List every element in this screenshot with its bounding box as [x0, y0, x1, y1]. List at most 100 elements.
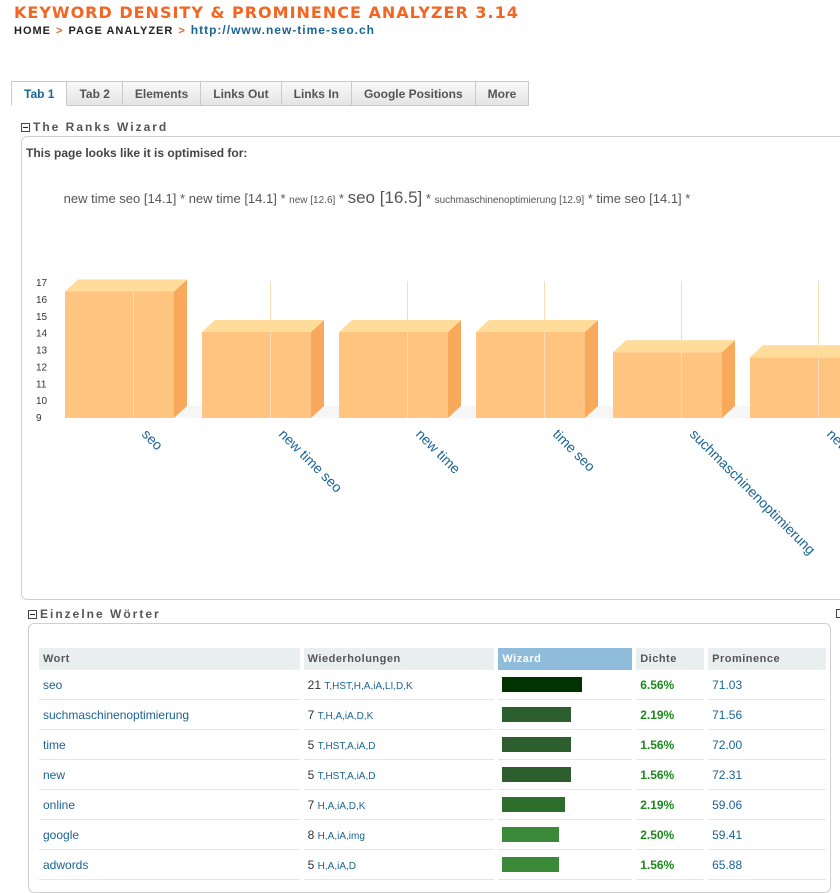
- x-category-label: suchmaschinenoptimierung: [687, 426, 819, 558]
- tab-1[interactable]: Tab 1: [11, 81, 68, 106]
- y-tick-label: 12: [36, 362, 48, 373]
- repetitions-cell: 7 T,H,A,iA,D,K: [303, 700, 495, 730]
- tab-2[interactable]: Tab 2: [67, 81, 123, 106]
- bar-top: [750, 345, 840, 358]
- wizard-cell: [498, 670, 633, 700]
- density-cell: 1.56%: [636, 850, 705, 880]
- y-tick-label: 14: [36, 329, 48, 340]
- tab-elements[interactable]: Elements: [122, 81, 202, 106]
- word-link[interactable]: online: [39, 790, 300, 820]
- breadcrumb-separator: >: [56, 25, 64, 37]
- prominence-cell: 65.88: [708, 850, 826, 880]
- element-codes-link[interactable]: H,A,iA,img: [318, 831, 365, 842]
- bar-side: [448, 319, 461, 418]
- y-tick-label: 13: [36, 346, 48, 357]
- words-title: Einzelne Wörter: [40, 607, 161, 621]
- y-tick-label: 10: [36, 396, 48, 407]
- wizard-score-bar: [502, 797, 566, 812]
- x-category-label: time seo: [550, 426, 599, 475]
- repetition-count: 7: [307, 797, 315, 812]
- bar-top: [613, 340, 735, 353]
- breadcrumb-page[interactable]: PAGE ANALYZER: [68, 25, 173, 37]
- word-link[interactable]: suchmaschinenoptimierung: [39, 700, 300, 730]
- element-codes-link[interactable]: T,HST,A,iA,D: [318, 771, 376, 782]
- repetition-count: 8: [307, 827, 315, 842]
- table-row: time 5 T,HST,A,iA,D 1.56% 72.00: [39, 730, 826, 760]
- wizard-cell: [498, 760, 633, 790]
- collapse-icon[interactable]: [28, 609, 37, 619]
- repetition-count: 21: [307, 677, 321, 692]
- column-header-prominence[interactable]: Prominence: [708, 648, 826, 670]
- y-tick-label: 16: [36, 295, 48, 306]
- word-link[interactable]: new: [39, 760, 300, 790]
- column-header-wort[interactable]: Wort: [39, 648, 300, 670]
- table-row: adwords 5 H,A,iA,D 1.56% 65.88: [39, 850, 826, 880]
- bar-top: [339, 319, 461, 332]
- repetition-count: 5: [307, 767, 315, 782]
- wizard-cell: [498, 700, 633, 730]
- word-link[interactable]: adwords: [39, 850, 300, 880]
- wizard-score-bar: [502, 707, 571, 722]
- table-header-row: Wort Wiederholungen Wizard Dichte Promin…: [39, 648, 826, 670]
- prominence-cell: 59.06: [708, 790, 826, 820]
- bar-top: [202, 319, 324, 332]
- repetition-count: 5: [307, 857, 315, 872]
- element-codes-link[interactable]: T,HST,A,iA,D: [318, 741, 376, 752]
- x-category-label: new: [824, 426, 840, 456]
- words-panel: Wort Wiederholungen Wizard Dichte Promin…: [28, 623, 831, 893]
- repetitions-cell: 5 T,HST,A,iA,D: [303, 760, 495, 790]
- collapse-icon[interactable]: [21, 122, 30, 132]
- wizard-cell: [498, 820, 633, 850]
- repetitions-cell: 5 H,A,iA,D: [303, 850, 495, 880]
- bar: [202, 331, 311, 418]
- prominence-cell: 71.56: [708, 700, 826, 730]
- bar-side: [585, 319, 598, 418]
- words-header: Einzelne Wörter: [28, 607, 161, 621]
- words-table: Wort Wiederholungen Wizard Dichte Promin…: [35, 648, 830, 880]
- element-codes-link[interactable]: T,H,A,iA,D,K: [318, 711, 374, 722]
- density-cell: 1.56%: [636, 760, 705, 790]
- breadcrumb-url[interactable]: http://www.new-time-seo.ch: [191, 23, 375, 37]
- column-header-wizard[interactable]: Wizard: [498, 648, 633, 670]
- breadcrumb-separator: >: [178, 25, 186, 37]
- element-codes-link[interactable]: T,HST,H,A,iA,LI,D,K: [324, 681, 412, 692]
- tab-links-in[interactable]: Links In: [281, 81, 352, 106]
- collapse-icon[interactable]: [836, 609, 840, 618]
- prominence-cell: 72.00: [708, 730, 826, 760]
- wizard-cell: [498, 850, 633, 880]
- bar: [339, 331, 448, 418]
- tab-links-out[interactable]: Links Out: [201, 81, 282, 106]
- density-cell: 6.56%: [636, 670, 705, 700]
- table-row: new 5 T,HST,A,iA,D 1.56% 72.31: [39, 760, 826, 790]
- word-link[interactable]: google: [39, 820, 300, 850]
- repetitions-cell: 8 H,A,iA,img: [303, 820, 495, 850]
- word-link[interactable]: time: [39, 730, 300, 760]
- breadcrumb-home[interactable]: HOME: [14, 25, 51, 37]
- wizard-cell: [498, 730, 633, 760]
- density-cell: 1.56%: [636, 730, 705, 760]
- table-row: google 8 H,A,iA,img 2.50% 59.41: [39, 820, 826, 850]
- density-cell: 2.50%: [636, 820, 705, 850]
- column-header-wiederholungen[interactable]: Wiederholungen: [303, 648, 495, 670]
- ranks-wizard-panel: This page looks like it is optimised for…: [21, 136, 840, 600]
- word-link[interactable]: seo: [39, 670, 300, 700]
- column-header-dichte[interactable]: Dichte: [636, 648, 705, 670]
- tab-more[interactable]: More: [475, 81, 530, 106]
- element-codes-link[interactable]: H,A,iA,D,K: [318, 801, 366, 812]
- ranks-wizard-title: The Ranks Wizard: [33, 120, 169, 134]
- tab-google-positions[interactable]: Google Positions: [351, 81, 476, 106]
- wizard-score-bar: [502, 827, 560, 842]
- wizard-cell: [498, 790, 633, 820]
- app-title: KEYWORD DENSITY & PROMINENCE ANALYZER 3.…: [14, 3, 519, 22]
- wizard-score-bar: [502, 737, 571, 752]
- bar-top: [476, 319, 598, 332]
- y-tick-label: 17: [36, 278, 48, 289]
- prominence-cell: 59.41: [708, 820, 826, 850]
- repetitions-cell: 21 T,HST,H,A,iA,LI,D,K: [303, 670, 495, 700]
- ranks-bar-chart: 9 10 11 12 13 14 15 16 17 seo new time seo new time…: [36, 278, 840, 558]
- repetitions-cell: 7 H,A,iA,D,K: [303, 790, 495, 820]
- table-row: seo 21 T,HST,H,A,iA,LI,D,K 6.56% 71.03: [39, 670, 826, 700]
- ranks-wizard-header: The Ranks Wizard: [21, 120, 168, 134]
- y-tick-label: 15: [36, 312, 48, 323]
- element-codes-link[interactable]: H,A,iA,D: [318, 861, 356, 872]
